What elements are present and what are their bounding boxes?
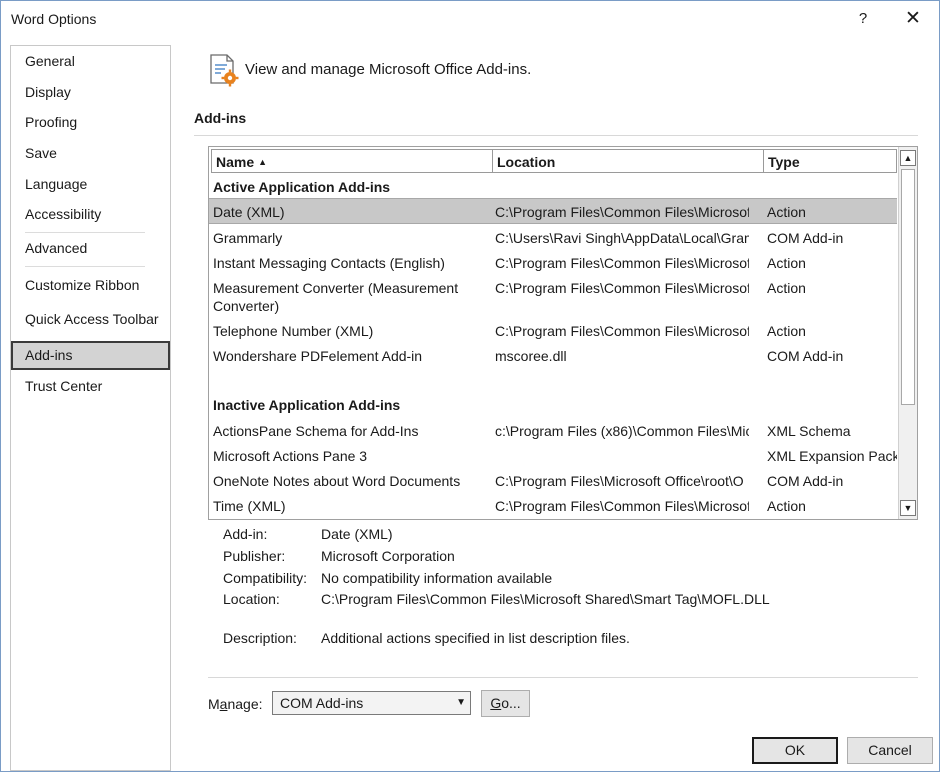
addins-gear-icon [210,54,239,87]
addin-name: OneNote Notes about Word Documents [213,473,461,489]
addin-location: C:\Program Files\Microsoft Office\root\O [495,473,744,489]
group-header-active: Active Application Add-ins [213,179,391,195]
title-bar: Word Options ? ✕ [1,1,939,37]
detail-value-publisher: Microsoft Corporation [321,548,455,564]
column-header-name[interactable]: Name ▲ [211,149,493,173]
options-sidebar: General Display Proofing Save Language A… [10,45,171,771]
manage-select[interactable]: COM Add-ins ▼ [272,691,471,715]
detail-label-compatibility: Compatibility: [223,570,308,586]
scroll-down-icon[interactable]: ▼ [900,500,916,516]
detail-label-publisher: Publisher: [223,548,286,564]
addins-list[interactable]: Name ▲ Location Type Active Application A… [208,146,918,520]
scroll-up-icon[interactable]: ▲ [900,150,916,166]
manage-label-text: M [208,696,220,712]
detail-value-addin: Date (XML) [321,526,393,542]
table-row[interactable]: OneNote Notes about Word Documents C:\Pr… [209,467,897,492]
sidebar-item-add-ins[interactable]: Add-ins [11,341,170,370]
addin-type: COM Add-in [767,473,844,489]
addin-type: Action [767,204,806,220]
addin-location: C:\Program Files\Common Files\Microsof [495,280,749,296]
dialog-title: Word Options [11,11,97,27]
addin-type: Action [767,323,806,339]
addin-name: Grammarly [213,230,283,246]
table-row[interactable]: Date (XML) C:\Program Files\Common Files… [209,198,897,224]
addin-type: COM Add-in [767,230,844,246]
addin-location: C:\Users\Ravi Singh\AppData\Local\Gram [495,230,749,246]
addin-name: Microsoft Actions Pane 3 [213,448,368,464]
sort-ascending-icon: ▲ [258,157,268,167]
page-heading: View and manage Microsoft Office Add-ins… [245,61,532,78]
table-row[interactable]: Time (XML) C:\Program Files\Common Files… [209,492,897,517]
addin-name: Wondershare PDFelement Add-in [213,348,423,364]
help-button[interactable]: ? [846,5,880,33]
detail-label-addin: Add-in: [223,526,268,542]
table-row[interactable]: Grammarly C:\Users\Ravi Singh\AppData\Lo… [209,224,897,249]
table-row[interactable]: Microsoft Actions Pane 3 XML Expansion P… [209,442,897,467]
table-row[interactable]: Measurement Converter (Measurement Conve… [209,274,897,317]
addin-name: Measurement Converter (Measurement Conve… [213,280,459,314]
ok-button[interactable]: OK [752,737,838,764]
table-row[interactable]: Wondershare PDFelement Add-in mscoree.dl… [209,342,897,367]
sidebar-item-save[interactable]: Save [11,139,170,168]
sidebar-item-display[interactable]: Display [11,78,170,107]
go-button-label: o... [501,695,521,711]
detail-value-compatibility: No compatibility information available [321,570,553,586]
addin-location: C:\Program Files\Common Files\Microsof [495,255,749,271]
dropdown-arrow-icon: ▼ [456,697,466,708]
sidebar-divider [25,232,145,233]
addin-type: Action [767,280,806,296]
manage-label-text: nage: [227,696,263,712]
sidebar-item-general[interactable]: General [11,47,170,76]
cancel-button[interactable]: Cancel [847,737,933,764]
sidebar-item-quick-access-toolbar[interactable]: Quick Access Toolbar [11,305,170,334]
section-divider [194,135,918,136]
go-button[interactable]: Go... [481,690,530,717]
addin-type: XML Schema [767,423,851,439]
detail-label-description: Description: [223,630,297,646]
go-button-accelerator: G [490,695,502,711]
detail-value-location: C:\Program Files\Common Files\Microsoft … [321,591,770,607]
table-row[interactable]: Telephone Number (XML) C:\Program Files\… [209,317,897,342]
sidebar-item-language[interactable]: Language [11,170,170,199]
manage-select-value: COM Add-ins [280,695,364,711]
addin-type: XML Expansion Pack [767,448,897,464]
sidebar-item-trust-center[interactable]: Trust Center [11,372,170,401]
table-row[interactable]: Instant Messaging Contacts (English) C:\… [209,249,897,274]
manage-divider [208,677,918,678]
table-row[interactable]: ActionsPane Schema for Add-Ins c:\Progra… [209,417,897,442]
sidebar-item-accessibility[interactable]: Accessibility [11,200,170,229]
close-button[interactable]: ✕ [896,5,930,33]
list-scrollbar[interactable]: ▲ ▼ [898,147,917,519]
scroll-thumb[interactable] [901,169,915,405]
addin-type: Action [767,255,806,271]
sidebar-item-customize-ribbon[interactable]: Customize Ribbon [11,271,170,300]
addin-location: c:\Program Files (x86)\Common Files\Mic [495,423,749,439]
group-header-inactive: Inactive Application Add-ins [213,397,401,413]
manage-label: Manage: [208,696,263,712]
sidebar-item-advanced[interactable]: Advanced [11,234,170,263]
sidebar-divider [25,266,145,267]
word-options-dialog: Word Options ? ✕ General Display Proofin… [0,0,940,772]
detail-label-location: Location: [223,591,280,607]
addin-location: C:\Program Files\Common Files\Microsof [495,323,749,339]
addin-name: ActionsPane Schema for Add-Ins [213,423,419,439]
addin-type: Action [767,498,806,514]
addin-type: COM Add-in [767,348,844,364]
column-header-location[interactable]: Location [492,149,764,173]
addin-location: C:\Program Files\Common Files\Microsof [495,204,749,220]
addin-name: Time (XML) [213,498,286,514]
detail-value-description: Additional actions specified in list des… [321,630,630,646]
column-header-type[interactable]: Type [763,149,897,173]
addin-location: mscoree.dll [495,348,567,364]
addin-location: C:\Program Files\Common Files\Microsof [495,498,749,514]
addin-name: Telephone Number (XML) [213,323,374,339]
addin-name: Date (XML) [213,204,285,220]
sidebar-item-proofing[interactable]: Proofing [11,108,170,137]
section-title: Add-ins [194,110,247,126]
addin-name: Instant Messaging Contacts (English) [213,255,445,271]
column-header-label: Name [216,154,255,170]
